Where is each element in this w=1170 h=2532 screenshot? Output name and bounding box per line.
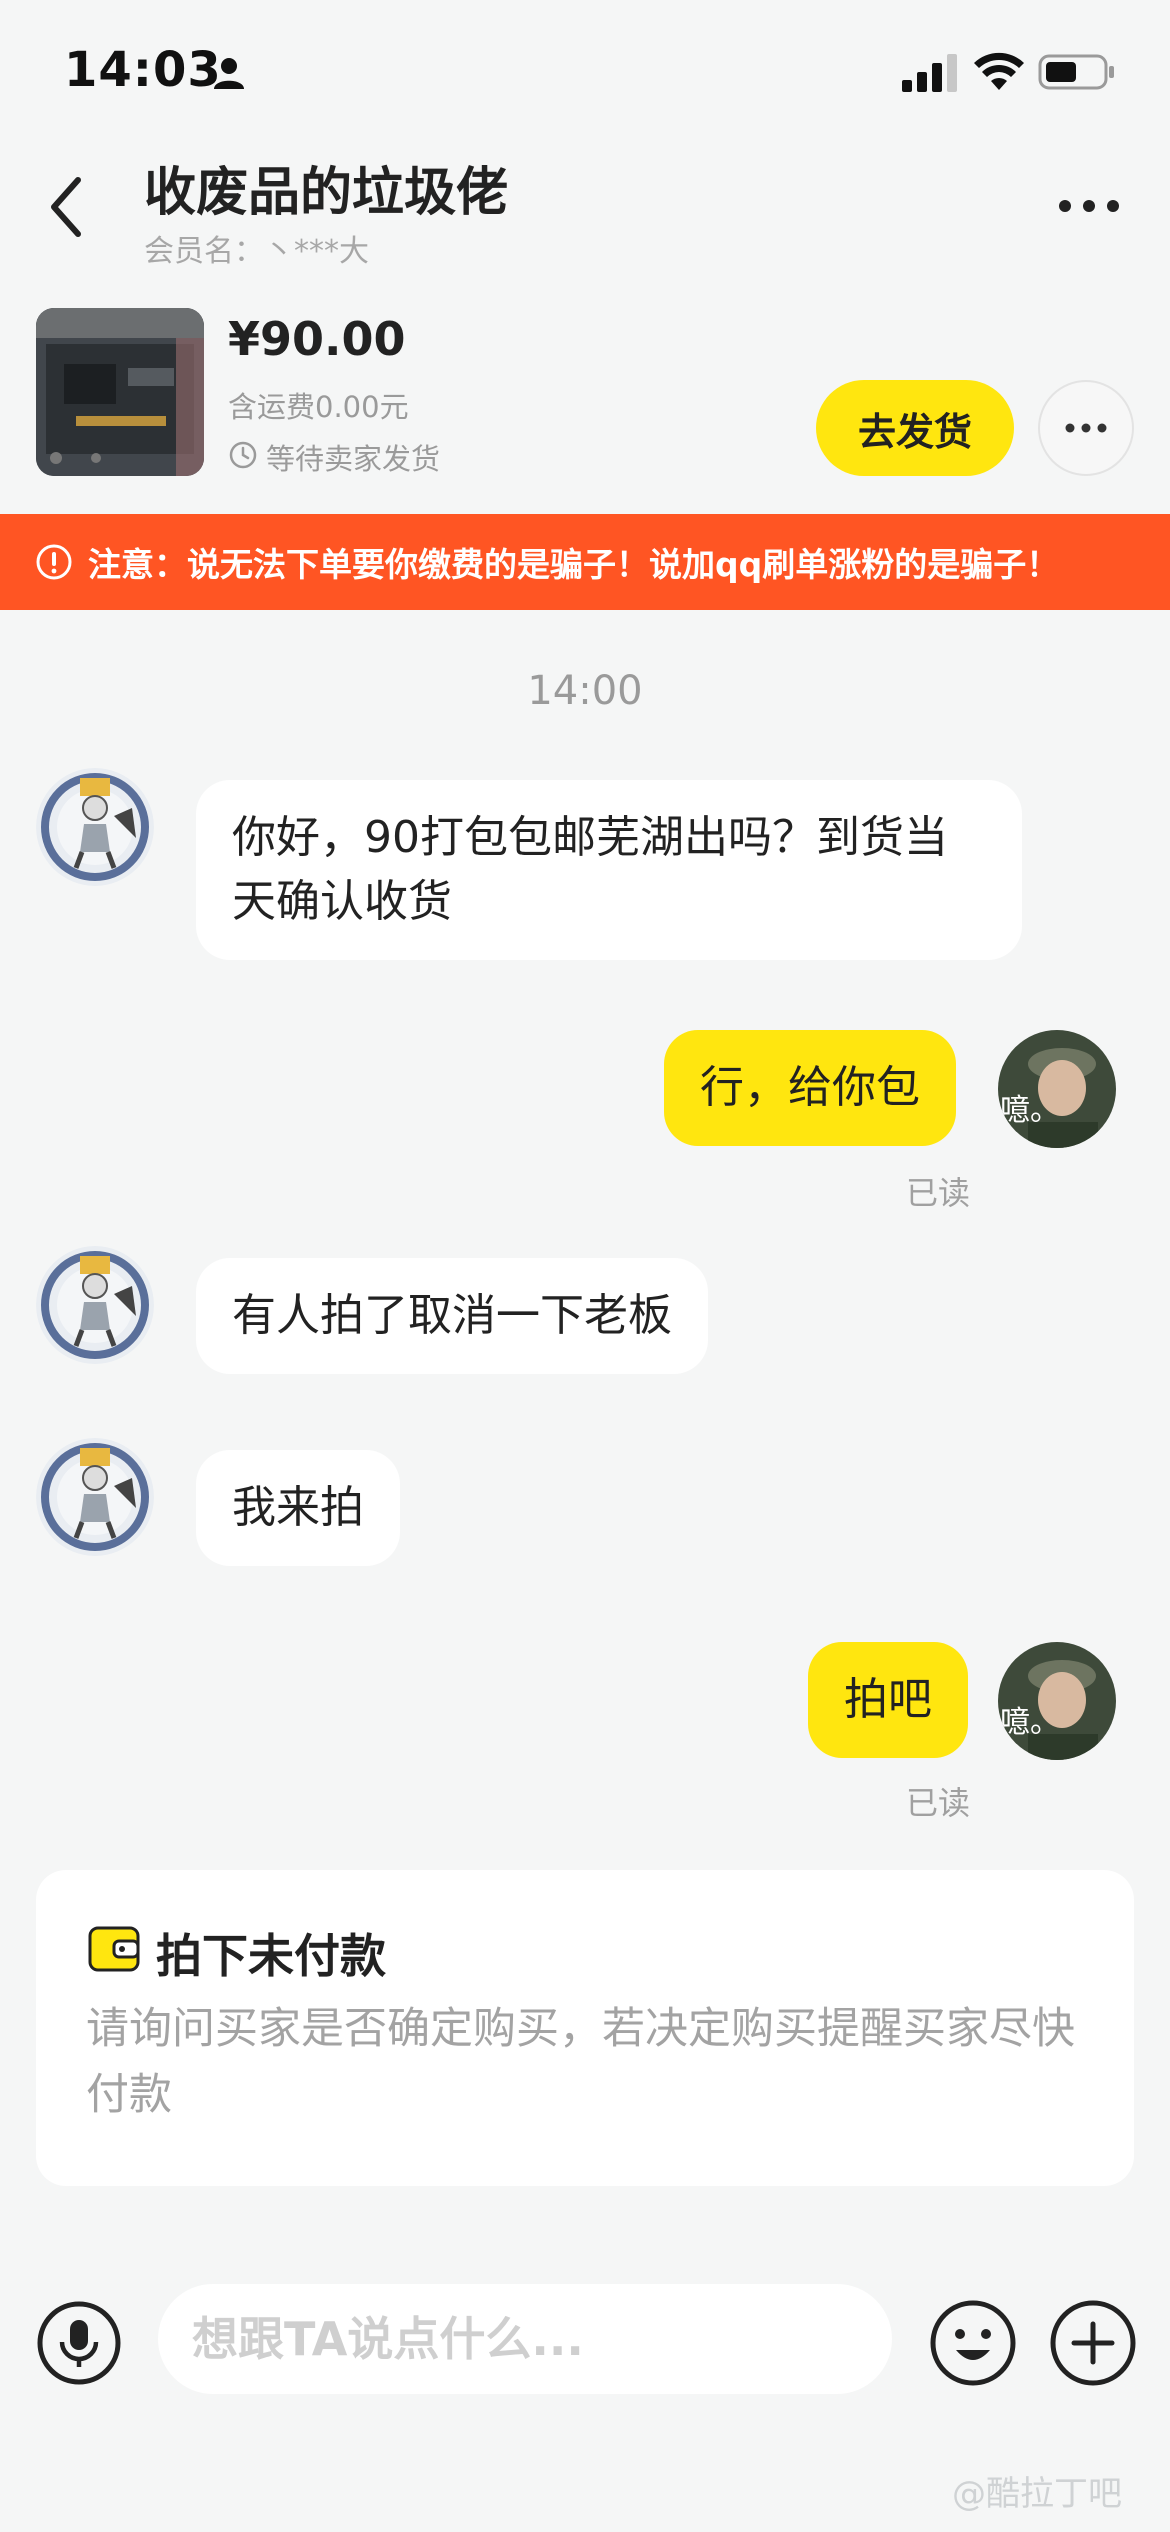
message-bubble-incoming[interactable]: 我来拍: [196, 1450, 400, 1566]
graphics-card-image: [36, 308, 204, 476]
shipping-fee: 含运费0.00元: [228, 390, 409, 424]
card-title: 拍下未付款: [156, 1929, 386, 1983]
alert-icon: [36, 544, 72, 580]
input-bar: @酷拉丁吧: [0, 2244, 1170, 2532]
unpaid-order-card: 拍下未付款 请询问买家是否确定购买，若决定购买提醒买家尽快付款: [36, 1870, 1134, 2186]
chat-title: 收废品的垃圾佬: [144, 163, 509, 223]
scam-warning-banner: 注意：说无法下单要你缴费的是骗子！说加qq刷单涨粉的是骗子！: [0, 514, 1170, 610]
product-thumbnail[interactable]: [36, 308, 204, 476]
plus-icon[interactable]: [1048, 2298, 1138, 2388]
person-icon: [214, 58, 244, 89]
microphone-icon[interactable]: [36, 2300, 122, 2386]
read-receipt: 已读: [906, 1784, 971, 1822]
time-divider: 14:00: [527, 668, 643, 714]
warning-text: 注意：说无法下单要你缴费的是骗子！说加qq刷单涨粉的是骗子！: [88, 545, 1060, 584]
product-price: ¥90.00: [228, 312, 406, 366]
watermark: @酷拉丁吧: [952, 2474, 1122, 2514]
card-description: 请询问买家是否确定购买，若决定购买提醒买家尽快付款: [86, 2004, 1075, 2120]
cellular-signal-icon: [902, 54, 957, 92]
seller-avatar[interactable]: 噫。: [998, 1030, 1116, 1148]
status-bar: 14:03: [0, 0, 1170, 140]
chat-screen: 14:03 收废品的垃圾佬 会员名：丶***大 ¥90.00 含运费0.00元 …: [0, 0, 1170, 2532]
message-bubble-incoming[interactable]: 有人拍了取消一下老板: [196, 1258, 708, 1374]
buyer-avatar[interactable]: [36, 1246, 154, 1364]
message-bubble-incoming[interactable]: 你好，90打包包邮芜湖出吗？到货当天确认收货: [196, 780, 1022, 960]
message-bubble-outgoing[interactable]: 行，给你包: [664, 1030, 956, 1146]
wifi-icon: [974, 52, 1024, 90]
battery-icon: [1038, 54, 1114, 90]
back-icon[interactable]: [44, 172, 88, 242]
more-options-icon[interactable]: [1056, 196, 1122, 216]
buyer-avatar[interactable]: [36, 1438, 154, 1556]
clock-icon: [229, 441, 257, 469]
more-icon: [1065, 423, 1107, 433]
svg-text:噫。: 噫。: [1000, 1093, 1060, 1128]
message-input[interactable]: [158, 2284, 892, 2394]
svg-text:噫。: 噫。: [1000, 1705, 1060, 1740]
message-bubble-outgoing[interactable]: 拍吧: [808, 1642, 968, 1758]
product-more-button[interactable]: [1038, 380, 1134, 476]
wallet-icon: [88, 1926, 140, 1972]
order-status: 等待卖家发货: [266, 442, 441, 476]
emoji-icon[interactable]: [928, 2298, 1018, 2388]
buyer-avatar[interactable]: [36, 768, 154, 886]
read-receipt: 已读: [906, 1174, 971, 1212]
status-time: 14:03: [64, 42, 222, 98]
ship-button[interactable]: 去发货: [816, 380, 1014, 476]
seller-avatar[interactable]: 噫。: [998, 1642, 1116, 1760]
member-name: 会员名：丶***大: [144, 234, 369, 269]
